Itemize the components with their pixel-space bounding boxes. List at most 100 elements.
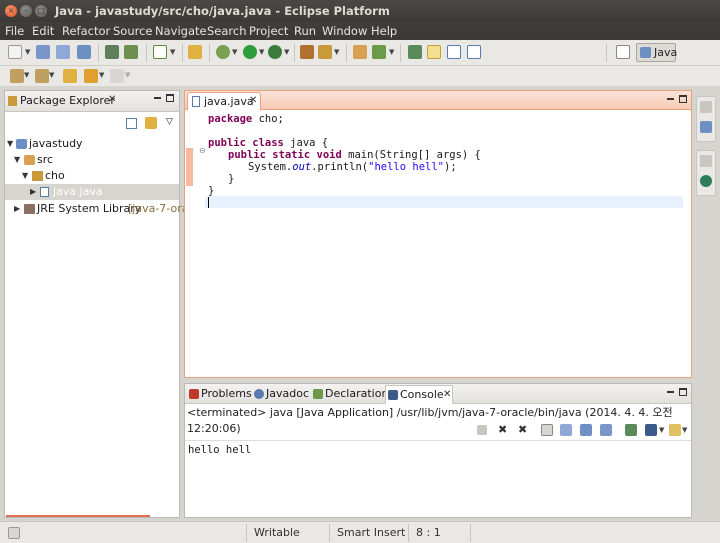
restore-icon[interactable]	[700, 155, 712, 167]
maximize-icon[interactable]	[679, 95, 687, 103]
pin-console-icon[interactable]	[625, 424, 637, 436]
close-icon[interactable]: ✕	[108, 94, 116, 105]
tree-item-project[interactable]: ▼ javastudy	[5, 136, 179, 152]
window-minimize-button[interactable]: –	[20, 5, 32, 17]
open-console-dropdown-icon[interactable]: ▼	[682, 426, 687, 434]
previous-annotation-dropdown-icon[interactable]: ▼	[49, 71, 54, 79]
menu-project[interactable]: Project	[249, 24, 288, 38]
editor-tab-java[interactable]: java.java ✕	[187, 92, 261, 110]
show-console-icon[interactable]	[600, 424, 612, 436]
collapsed-icon[interactable]: ▶	[30, 184, 36, 200]
terminate-icon[interactable]	[477, 425, 487, 435]
display-console-icon[interactable]	[645, 424, 657, 436]
debug-dropdown-icon[interactable]: ▼	[232, 48, 237, 56]
menu-search[interactable]: Search	[207, 24, 247, 38]
display-console-dropdown-icon[interactable]: ▼	[659, 426, 664, 434]
minimize-icon[interactable]	[667, 98, 674, 100]
new-dropdown-icon[interactable]: ▼	[25, 48, 30, 56]
tab-console[interactable]: Console ✕	[385, 385, 453, 404]
toggle-highlight-icon[interactable]	[427, 45, 441, 59]
next-annotation-icon[interactable]	[10, 69, 24, 83]
window-maximize-button[interactable]: □	[35, 5, 47, 17]
close-icon[interactable]: ✕	[249, 95, 257, 106]
menu-refactor[interactable]: Refactor	[62, 24, 110, 38]
window-close-button[interactable]: ×	[5, 5, 17, 17]
menu-file[interactable]: File	[5, 24, 24, 38]
remove-all-launches-icon[interactable]: ✖	[518, 423, 527, 436]
collapse-all-icon[interactable]	[126, 118, 137, 129]
tree-item-library[interactable]: ▶ JRE System Library [java-7-ora	[5, 201, 188, 217]
tab-javadoc[interactable]: Javadoc	[252, 385, 310, 404]
menu-run[interactable]: Run	[294, 24, 316, 38]
build-all-icon[interactable]	[124, 45, 138, 59]
run-dropdown-icon[interactable]: ▼	[259, 48, 264, 56]
previous-annotation-icon[interactable]	[35, 69, 49, 83]
menu-source[interactable]: Source	[113, 24, 153, 38]
menu-navigate[interactable]: Navigate	[155, 24, 207, 38]
save-all-icon[interactable]	[56, 45, 70, 59]
toggle-mark-occurrences-icon[interactable]	[408, 45, 422, 59]
menu-window[interactable]: Window	[322, 24, 367, 38]
tree-item-package[interactable]: ▼ cho	[5, 168, 179, 184]
bottom-tabbar: Problems Javadoc Declaration Console ✕	[185, 384, 691, 404]
link-with-editor-icon[interactable]	[145, 117, 157, 129]
tree-item-src[interactable]: ▼ src	[5, 152, 179, 168]
remove-launch-icon[interactable]: ✖	[498, 423, 507, 436]
package-dropdown-icon[interactable]: ▼	[334, 48, 339, 56]
next-annotation-dropdown-icon[interactable]: ▼	[24, 71, 29, 79]
back-icon[interactable]	[84, 69, 98, 83]
minimize-icon[interactable]	[667, 391, 674, 393]
package-explorer-title[interactable]: Package Explorer	[20, 94, 115, 107]
java-file-icon	[40, 187, 49, 197]
tree-item-file-selected[interactable]: ▶ java.java	[5, 184, 179, 200]
new-icon[interactable]	[8, 45, 22, 59]
last-edit-location-icon[interactable]	[63, 69, 77, 83]
save-icon[interactable]	[36, 45, 50, 59]
external-dropdown-icon[interactable]: ▼	[284, 48, 289, 56]
block-selection-icon[interactable]	[467, 45, 481, 59]
run-external-icon[interactable]	[268, 45, 282, 59]
minimize-icon[interactable]	[154, 97, 161, 99]
forward-dropdown-icon[interactable]: ▼	[125, 71, 130, 79]
search-icon[interactable]	[372, 45, 386, 59]
close-icon[interactable]: ✕	[443, 386, 451, 404]
outline-icon[interactable]	[700, 121, 712, 133]
tab-declaration[interactable]: Declaration	[311, 385, 388, 404]
task-dropdown-icon[interactable]: ▼	[170, 48, 175, 56]
expanded-icon[interactable]: ▼	[7, 136, 13, 152]
java-perspective-button[interactable]: Java	[636, 43, 677, 62]
run-icon[interactable]	[243, 45, 257, 59]
task-list-icon[interactable]	[700, 175, 712, 187]
word-wrap-icon[interactable]	[580, 424, 592, 436]
print-icon[interactable]	[77, 45, 91, 59]
fast-view-icon[interactable]	[8, 527, 20, 539]
show-whitespace-icon[interactable]	[447, 45, 461, 59]
restore-icon[interactable]	[700, 101, 712, 113]
tree-item-label: java.java	[53, 185, 103, 198]
scroll-lock-icon[interactable]	[560, 424, 572, 436]
open-folder-icon[interactable]	[353, 45, 367, 59]
debug-icon[interactable]	[216, 45, 230, 59]
expanded-icon[interactable]: ▼	[22, 168, 28, 184]
menu-edit[interactable]: Edit	[32, 24, 54, 38]
menu-help[interactable]: Help	[371, 24, 397, 38]
task-icon[interactable]	[153, 45, 167, 59]
view-menu-icon[interactable]: ▽	[166, 117, 173, 127]
new-java-project-icon[interactable]	[300, 45, 314, 59]
open-console-icon[interactable]	[669, 424, 681, 436]
maximize-icon[interactable]	[166, 94, 174, 102]
open-perspective-icon[interactable]	[616, 45, 630, 59]
expanded-icon[interactable]: ▼	[14, 152, 20, 168]
build-icon[interactable]	[105, 45, 119, 59]
collapsed-icon[interactable]: ▶	[14, 201, 20, 217]
back-dropdown-icon[interactable]: ▼	[99, 71, 104, 79]
clear-console-icon[interactable]	[541, 424, 553, 436]
fold-icon[interactable]: ⊖	[199, 146, 206, 155]
tab-problems[interactable]: Problems	[187, 385, 252, 404]
forward-icon[interactable]	[110, 69, 124, 83]
new-package-icon[interactable]	[318, 45, 332, 59]
java-editor[interactable]: java.java ✕ ⊖ package cho; public class …	[184, 90, 692, 378]
open-type-icon[interactable]	[188, 45, 202, 59]
maximize-icon[interactable]	[679, 388, 687, 396]
search-dropdown-icon[interactable]: ▼	[389, 48, 394, 56]
